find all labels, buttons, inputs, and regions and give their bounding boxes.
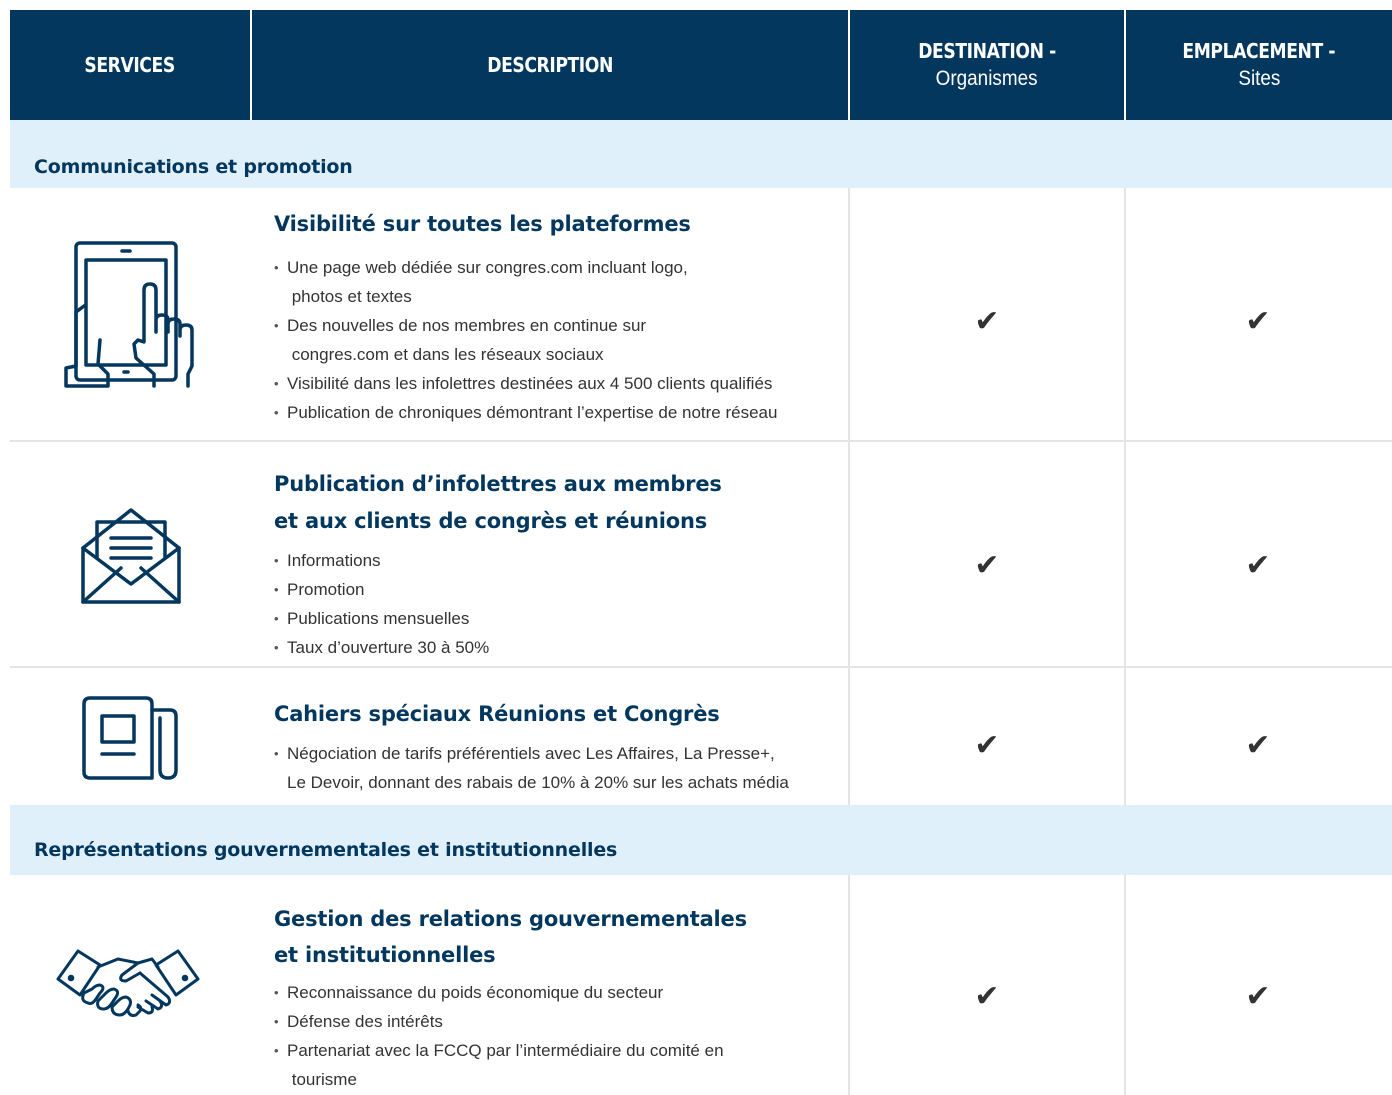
header-services: SERVICES	[84, 53, 176, 77]
row-title: Cahiers spéciaux Réunions et Congrès	[274, 702, 720, 726]
emplacement-check: ✔	[1245, 979, 1271, 1014]
envelope-letter-icon	[81, 506, 181, 604]
bullet-item: Partenariat avec la FCCQ par l’intermédi…	[274, 1036, 724, 1094]
bullet-item: Informations	[274, 546, 489, 575]
bullet-item: Des nouvelles de nos membres en continue…	[274, 311, 777, 369]
row-bullets: Reconnaissance du poids économique du se…	[274, 978, 724, 1094]
row-title: Publication d’infolettres aux membres	[274, 472, 722, 496]
table-row: Gestion des relations gouvernementales e…	[10, 875, 1392, 1095]
table-header: SERVICES DESCRIPTION DESTINATION - Organ…	[10, 10, 1392, 120]
row-bullets: Une page web dédiée sur congres.com incl…	[274, 253, 777, 427]
emplacement-check: ✔	[1245, 304, 1271, 339]
newspaper-icon	[82, 696, 178, 780]
table-row: Publication d’infolettres aux membres et…	[10, 442, 1392, 668]
section-representations: Représentations gouvernementales et inst…	[10, 805, 1392, 875]
bullet-item: Promotion	[274, 575, 489, 604]
bullet-item: Publication de chroniques démontrant l’e…	[274, 398, 777, 427]
emplacement-check: ✔	[1245, 548, 1271, 583]
row-title: et institutionnelles	[274, 943, 496, 967]
section-label: Communications et promotion	[34, 156, 353, 178]
bullet-item: Négociation de tarifs préférentiels avec…	[274, 739, 789, 797]
row-bullets: Négociation de tarifs préférentiels avec…	[274, 739, 789, 797]
bullet-item: Reconnaissance du poids économique du se…	[274, 978, 724, 1007]
header-destination: DESTINATION - Organismes	[918, 39, 1056, 90]
handshake-icon	[56, 945, 200, 1017]
emplacement-check: ✔	[1245, 728, 1271, 763]
destination-check: ✔	[974, 304, 1000, 339]
destination-check: ✔	[974, 728, 1000, 763]
bullet-item: Publications mensuelles	[274, 604, 489, 633]
table-row: Visibilité sur toutes les plateformes Un…	[10, 188, 1392, 442]
header-emplacement: EMPLACEMENT - Sites	[1182, 39, 1336, 90]
row-bullets: Informations Promotion Publications mens…	[274, 546, 489, 662]
tablet-touch-icon	[64, 240, 199, 388]
bullet-item: Défense des intérêts	[274, 1007, 724, 1036]
row-title: Visibilité sur toutes les plateformes	[274, 212, 691, 236]
row-title: Gestion des relations gouvernementales	[274, 907, 747, 931]
section-communications: Communications et promotion	[10, 120, 1392, 188]
table-row: Cahiers spéciaux Réunions et Congrès Nég…	[10, 668, 1392, 805]
destination-check: ✔	[974, 979, 1000, 1014]
destination-check: ✔	[974, 548, 1000, 583]
bullet-item: Une page web dédiée sur congres.com incl…	[274, 253, 777, 311]
bullet-item: Visibilité dans les infolettres destinée…	[274, 369, 777, 398]
bullet-item: Taux d’ouverture 30 à 50%	[274, 633, 489, 662]
section-label: Représentations gouvernementales et inst…	[34, 839, 618, 861]
row-title: et aux clients de congrès et réunions	[274, 509, 708, 533]
header-description: DESCRIPTION	[487, 53, 613, 77]
